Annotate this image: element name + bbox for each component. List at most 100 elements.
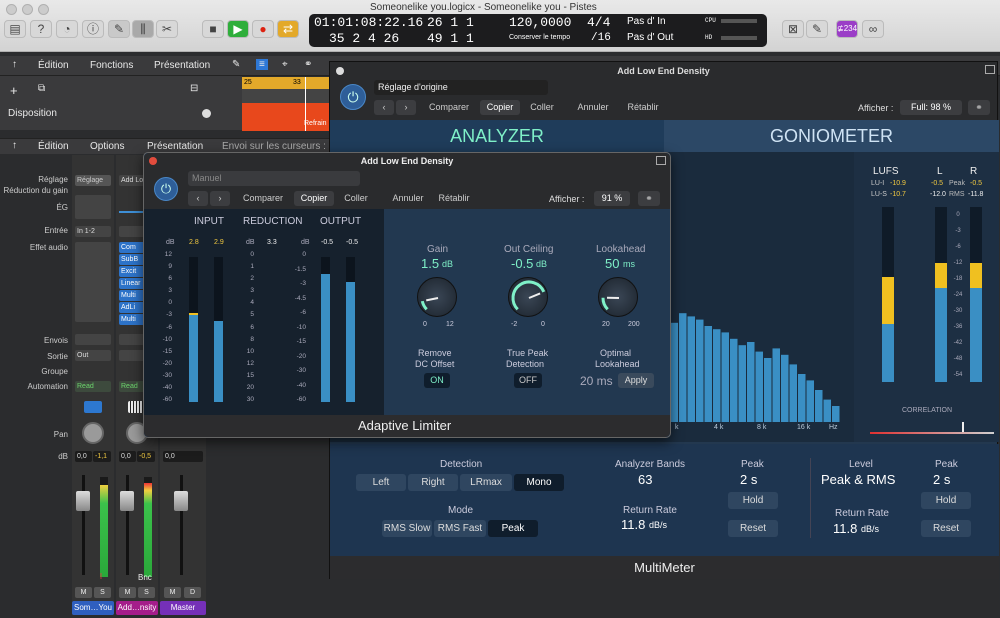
playhead[interactable] [305, 77, 306, 131]
menu-presentation[interactable]: Présentation [154, 60, 210, 71]
strip2-bounce-button[interactable]: Bnc [138, 573, 152, 582]
mixer-icon[interactable]: ⫼ [132, 20, 154, 38]
gain-knob[interactable] [417, 277, 457, 317]
limiter-bypass-button[interactable]: ⏻ [154, 177, 178, 201]
minimize-window-button[interactable] [22, 4, 33, 15]
strip1-pan-knob[interactable] [82, 422, 104, 444]
close-window-button[interactable] [6, 4, 17, 15]
duplicate-track-icon[interactable]: ⧉ [38, 83, 45, 94]
pencil-tool-icon[interactable]: ✎ [232, 59, 240, 70]
strip1-rec-button[interactable]: I [96, 572, 106, 581]
menu-edition[interactable]: Édition [38, 60, 69, 71]
limiter-redo-button[interactable]: Rétablir [432, 191, 476, 206]
list-editors-icon[interactable]: ⊠ [782, 20, 804, 38]
strip2-name[interactable]: Add…nsity [116, 601, 158, 615]
limiter-next-button[interactable]: › [210, 191, 230, 206]
limiter-compare-button[interactable]: Comparer [238, 191, 288, 206]
master-name[interactable]: Master [160, 601, 206, 615]
master-mute-button[interactable]: M [164, 587, 181, 598]
multimeter-bypass-button[interactable]: ⏻ [340, 84, 366, 110]
cycle-region[interactable] [242, 77, 330, 89]
cycle-button[interactable]: ⇄ [277, 20, 299, 38]
wand-tool-icon[interactable]: ⌖ [282, 59, 288, 70]
multimeter-compare-button[interactable]: Comparer [424, 100, 474, 115]
multimeter-redo-button[interactable]: Rétablir [620, 100, 666, 115]
strip1-sends-slot[interactable] [75, 334, 111, 345]
loops-icon[interactable]: ∞ [862, 20, 884, 38]
limiter-link-icon[interactable]: ⚭ [638, 191, 660, 206]
tab-goniometer[interactable]: GONIOMETER [664, 120, 999, 152]
return-rate2-value[interactable]: 11.8 [833, 521, 857, 536]
strip1-mute-button[interactable]: M [75, 587, 92, 598]
apply-button[interactable]: Apply [618, 373, 654, 388]
add-disposition-button[interactable] [202, 109, 211, 118]
play-button[interactable]: ▶ [227, 20, 249, 38]
hold2-button[interactable]: Hold [921, 492, 971, 509]
detection-mono-button[interactable]: Mono [514, 474, 564, 491]
strip2-solo-button[interactable]: S [138, 587, 155, 598]
strip1-reglage-button[interactable]: Réglage [75, 175, 111, 186]
limiter-preset-select[interactable]: Manuel [188, 171, 360, 186]
multimeter-undo-button[interactable]: Annuler [570, 100, 616, 115]
strip1-effects-slot[interactable] [75, 242, 111, 322]
link-tool-icon[interactable]: ⚭ [304, 59, 312, 70]
strip2-mute-button[interactable]: M [119, 587, 136, 598]
peak-hold-value[interactable]: 2 s [740, 472, 757, 487]
help-icon[interactable]: ? [30, 20, 52, 38]
add-track-button[interactable]: + [10, 83, 18, 98]
collapse-icon[interactable]: ⊟ [190, 83, 198, 94]
lcd-display[interactable]: 01:01:08:22.16 35 2 4 26 26 1 1 49 1 1 1… [309, 14, 767, 47]
strip1-input-slot[interactable]: In 1-2 [75, 226, 111, 237]
analyzer-bands-value[interactable]: 63 [638, 472, 652, 487]
badge-button[interactable]: ⊈234 [836, 20, 858, 38]
scissors-icon[interactable]: ✂ [156, 20, 178, 38]
detection-right-button[interactable]: Right [408, 474, 458, 491]
stop-button[interactable]: ■ [202, 20, 224, 38]
strip2-fader-handle[interactable] [120, 491, 134, 511]
reset-button[interactable]: Reset [728, 520, 778, 537]
multimeter-next-button[interactable]: › [396, 100, 416, 115]
mixer-menu-options[interactable]: Options [90, 141, 124, 152]
hold-button[interactable]: Hold [728, 492, 778, 509]
master-dim-button[interactable]: D [184, 587, 201, 598]
multimeter-detach-icon[interactable] [985, 65, 995, 74]
mode-peak-button[interactable]: Peak [488, 520, 538, 537]
tab-analyzer[interactable]: ANALYZER [330, 120, 664, 152]
mixer-up-icon[interactable]: ↑ [12, 140, 17, 151]
smart-controls-icon[interactable]: ◔ [56, 20, 78, 38]
strip1-eg-slot[interactable] [75, 195, 111, 219]
inspector-icon[interactable]: ⓘ [82, 20, 104, 38]
mode-rms-fast-button[interactable]: RMS Fast [434, 520, 486, 537]
return-rate-value[interactable]: 11.8 [621, 517, 645, 532]
limiter-zoom-select[interactable]: 91 % [594, 191, 630, 206]
strip1-solo-button[interactable]: S [94, 587, 111, 598]
multimeter-prev-button[interactable]: ‹ [374, 100, 394, 115]
multimeter-zoom-select[interactable]: Full: 98 % [900, 100, 962, 115]
up-arrow-icon[interactable]: ↑ [12, 59, 17, 70]
true-peak-toggle[interactable]: OFF [514, 373, 542, 388]
limiter-prev-button[interactable]: ‹ [188, 191, 208, 206]
mixer-menu-edition[interactable]: Édition [38, 141, 69, 152]
level-value[interactable]: Peak & RMS [821, 472, 895, 487]
notes-icon[interactable]: ✎ [806, 20, 828, 38]
peak2-value[interactable]: 2 s [933, 472, 950, 487]
lookahead-knob[interactable] [598, 277, 638, 317]
strip1-name[interactable]: Som…You [72, 601, 114, 615]
ceiling-value[interactable]: -0.5 [511, 256, 533, 271]
reset2-button[interactable]: Reset [921, 520, 971, 537]
mode-rms-slow-button[interactable]: RMS Slow [382, 520, 432, 537]
editors-icon[interactable]: ✎ [108, 20, 130, 38]
detection-lrmax-button[interactable]: LRmax [460, 474, 512, 491]
limiter-copy-button[interactable]: Copier [294, 191, 334, 206]
detection-left-button[interactable]: Left [356, 474, 406, 491]
limiter-paste-button[interactable]: Coller [336, 191, 376, 206]
zoom-window-button[interactable] [38, 4, 49, 15]
record-button[interactable]: ● [252, 20, 274, 38]
lookahead-value[interactable]: 50 [605, 256, 619, 271]
menu-fonctions[interactable]: Fonctions [90, 60, 133, 71]
limiter-undo-button[interactable]: Annuler [386, 191, 430, 206]
multimeter-copy-button[interactable]: Copier [480, 100, 520, 115]
multimeter-link-icon[interactable]: ⚭ [968, 100, 990, 115]
dc-offset-toggle[interactable]: ON [424, 373, 450, 388]
multimeter-paste-button[interactable]: Coller [522, 100, 562, 115]
